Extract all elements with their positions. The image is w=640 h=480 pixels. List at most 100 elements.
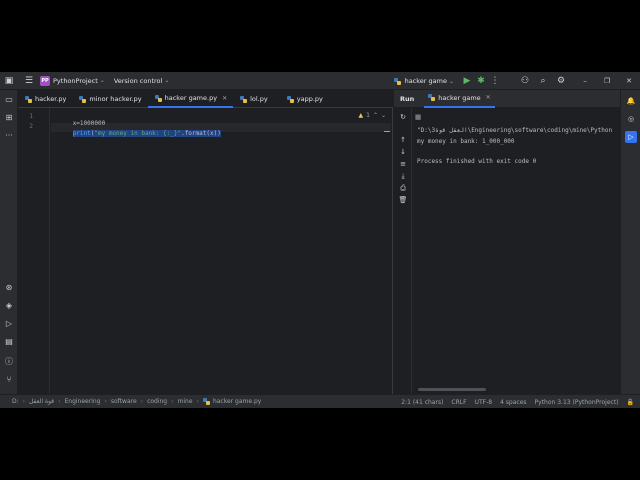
python-file-icon [79,95,87,103]
console-output-line: Process finished with exit code 0 [417,158,537,165]
breadcrumb-item[interactable]: hacker game.py [213,398,261,405]
breadcrumb-item[interactable]: software [111,398,137,405]
chevron-right-icon: › [140,398,144,405]
more-tools-icon[interactable]: ··· [3,130,15,142]
line-number: 2 [29,123,33,130]
chevron-up-icon[interactable]: ⌃ [373,112,378,119]
file-encoding[interactable]: UTF-8 [475,399,493,406]
notifications-icon[interactable]: 🔔 [625,95,637,107]
search-icon[interactable]: ⌕ [536,74,550,88]
console-output-line: "D:\3العقل قوة\Engineering\software\codi… [417,127,613,134]
tab-yapp[interactable]: yapp.py [280,90,329,108]
scroll-to-end-icon[interactable]: ⤓ [397,170,409,182]
settings-gear-icon[interactable]: ⚙ [554,74,568,88]
code-function: print [72,130,91,137]
indent-setting[interactable]: 4 spaces [500,399,526,406]
scroll-up-icon[interactable]: ↑ [397,134,409,146]
lock-icon[interactable]: 🔓 [627,399,634,406]
chevron-right-icon: › [58,398,61,405]
debug-icon[interactable]: ✱ [474,74,488,88]
chevron-right-icon: › [22,398,26,405]
breadcrumb-item[interactable]: D: [12,398,19,405]
close-window-button[interactable]: ✕ [618,77,640,85]
warning-count: 1 [366,112,370,119]
minimize-button[interactable]: – [574,77,596,85]
stop-icon[interactable]: ■ [412,111,424,123]
run-panel-title: Run [400,94,415,103]
right-tool-strip: 🔔 ◎ ▷ [620,90,640,394]
layers-icon[interactable]: ◈ [3,300,15,312]
run-services-icon[interactable]: ▷ [3,318,15,330]
title-bar: ▣ ☰ PP PythonProject ⌄ Version control ⌄… [0,72,640,90]
project-badge[interactable]: PP [40,75,50,86]
text-selection: print("my money in bank: {:_}".format(x)… [72,130,221,137]
print-icon[interactable]: ⎙ [397,182,409,194]
project-name[interactable]: PythonProject [53,77,98,85]
code-method: .format(x) [181,130,218,137]
console-output-line: my money in bank: 1_000_000 [417,138,515,145]
python-file-icon [393,77,401,85]
titlebar-right: hacker game ⌄ ▶ ✱ ⋮ ⚇ ⌕ ⚙ – ❐ ✕ [393,72,640,90]
line-number: 1 [29,113,33,120]
breadcrumb-item[interactable]: قوة العقل [29,398,54,405]
run-config-selector[interactable]: hacker game [405,77,447,85]
soft-wrap-icon[interactable]: ≡ [397,158,409,170]
add-user-icon[interactable]: ⚇ [518,74,532,88]
scrollbar-marker[interactable] [384,131,390,132]
tab-hacker[interactable]: hacker.py [18,90,72,108]
structure-icon[interactable]: ⊞ [3,112,15,124]
caret-position[interactable]: 2:1 (41 chars) [401,399,443,406]
left-tool-strip: ▭ ⊞ ··· ⊛ ◈ ▷ ▤ ⓘ ⑂ [0,90,18,394]
run-icon[interactable]: ▶ [460,74,474,88]
run-tab-hacker-game[interactable]: hacker game ✕ [424,90,495,108]
tab-label: lol.py [250,95,268,103]
run-tool-icon[interactable]: ▷ [625,131,637,143]
chevron-down-icon[interactable]: ⌄ [164,77,169,84]
inspection-widget[interactable]: ▲ 1 ⌃ ⌄ [358,112,386,119]
git-branch-icon[interactable]: ⑂ [3,374,15,386]
version-control-menu[interactable]: Version control [114,77,163,85]
code-string: "my money in bank: {:_}" [94,130,182,137]
close-tab-icon[interactable]: ✕ [486,94,491,101]
main-menu-icon[interactable]: ☰ [22,74,36,88]
project-folder-icon[interactable]: ▭ [3,94,15,106]
more-options-icon[interactable]: ⋮ [488,74,502,88]
maximize-button[interactable]: ❐ [596,77,618,85]
rerun-icon[interactable]: ↻ [397,111,409,123]
breadcrumb-item[interactable]: Engineering [64,398,100,405]
close-tab-icon[interactable]: ✕ [222,95,227,102]
run-toolbar: ↻ ■ ↑ ↓ ≡ ⤓ ⎙ 🗑 [394,108,421,394]
status-bar: D: › قوة العقل › Engineering › software … [0,394,640,408]
line-separator[interactable]: CRLF [451,399,466,406]
scroll-down-icon[interactable]: ↓ [397,146,409,158]
status-right: 2:1 (41 chars) CRLF UTF-8 4 spaces Pytho… [401,395,634,408]
breadcrumb-item[interactable]: coding [147,398,167,405]
horizontal-scrollbar[interactable] [418,388,486,391]
terminal-icon[interactable]: ▤ [3,336,15,348]
chevron-down-icon[interactable]: ⌄ [449,78,454,85]
run-panel: Run hacker game ✕ ↻ ■ ↑ ↓ ≡ ⤓ ⎙ 🗑 "D:\3ا… [394,90,620,394]
tab-hacker-game[interactable]: hacker game.py ✕ [147,90,234,108]
python-file-icon [286,95,294,103]
chevron-right-icon: › [196,398,199,405]
ide-window: ▣ ☰ PP PythonProject ⌄ Version control ⌄… [0,72,640,408]
python-interpreter[interactable]: Python 3.13 (PythonProject) [535,399,619,406]
tab-label: yapp.py [296,95,323,103]
tab-lol[interactable]: lol.py [233,90,274,108]
problems-icon[interactable]: ⓘ [3,356,15,368]
python-packages-icon[interactable]: ⊛ [3,282,15,294]
python-file-icon [25,95,32,103]
line-gutter: 1 2 [18,108,50,394]
code-line-2[interactable]: print("my money in bank: {:_}".format(x)… [51,123,221,144]
ai-assistant-icon[interactable]: ◎ [625,113,637,125]
chevron-right-icon: › [171,398,174,405]
python-file-icon [202,398,210,405]
tab-minor-hacker[interactable]: minor hacker.py [72,90,147,108]
tab-label: hacker game.py [164,94,218,102]
run-panel-header: Run hacker game ✕ [394,90,620,108]
chevron-down-icon[interactable]: ⌄ [100,77,105,84]
python-file-icon [428,94,436,101]
breadcrumb-item[interactable]: mine [178,398,193,405]
delete-icon[interactable]: 🗑 [397,194,409,206]
chevron-down-icon[interactable]: ⌄ [381,112,386,119]
